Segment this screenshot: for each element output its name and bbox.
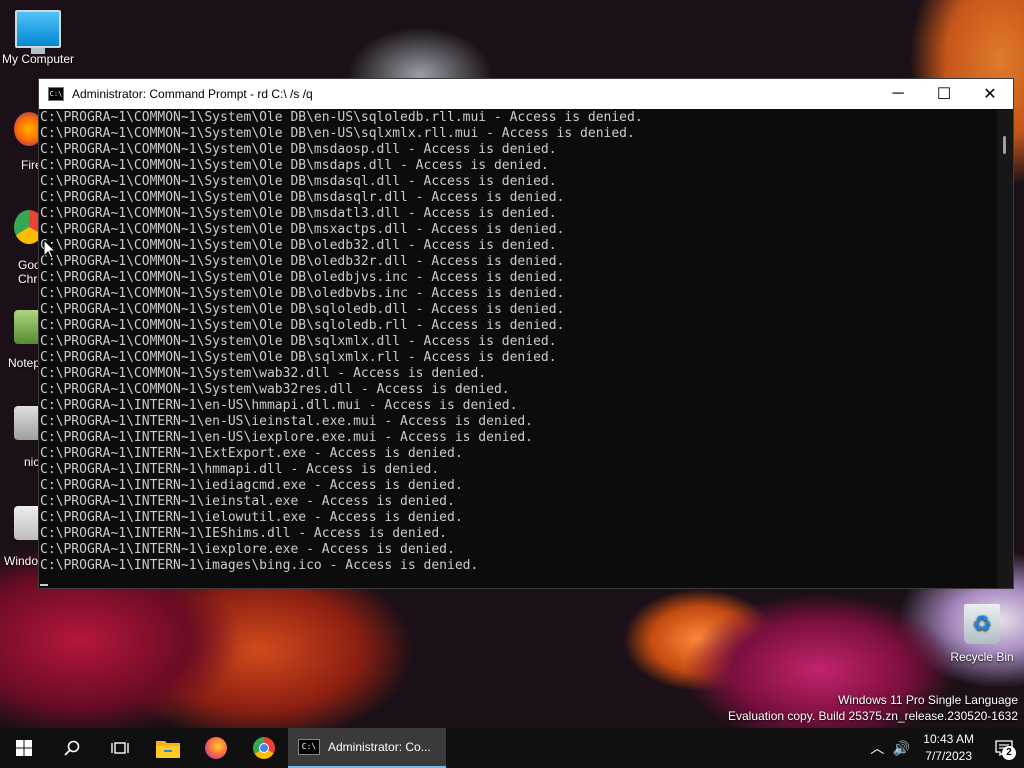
command-prompt-icon: C:\ — [298, 739, 320, 755]
console-line: C:\PROGRA~1\COMMON~1\System\Ole DB\msdas… — [40, 174, 557, 189]
console-line: C:\PROGRA~1\COMMON~1\System\wab32res.dll… — [40, 382, 510, 397]
notification-count-badge: 2 — [1002, 746, 1016, 760]
close-button[interactable]: ✕ — [967, 79, 1013, 109]
minimize-button[interactable]: ─ — [875, 79, 921, 109]
console-line: C:\PROGRA~1\INTERN~1\en-US\hmmapi.dll.mu… — [40, 398, 518, 413]
console-cursor-line — [40, 574, 997, 588]
taskbar-item-label: Administrator: Co... — [328, 740, 431, 754]
console-line: C:\PROGRA~1\COMMON~1\System\Ole DB\msxac… — [40, 222, 565, 237]
console-line: C:\PROGRA~1\INTERN~1\iexplore.exe - Acce… — [40, 542, 455, 557]
clock-date: 7/7/2023 — [925, 749, 972, 763]
console-line: C:\PROGRA~1\INTERN~1\images\bing.ico - A… — [40, 558, 479, 573]
task-view-icon — [111, 742, 129, 754]
console-line: C:\PROGRA~1\COMMON~1\System\Ole DB\oledb… — [40, 286, 565, 301]
taskbar: C:\ Administrator: Co... ︿ 🔊 10:43 AM 7/… — [0, 728, 1024, 768]
windows-start-icon — [16, 740, 32, 756]
console-line: C:\PROGRA~1\COMMON~1\System\wab32.dll - … — [40, 366, 487, 381]
console-line: C:\PROGRA~1\COMMON~1\System\Ole DB\oledb… — [40, 254, 565, 269]
chrome-taskbar-button[interactable] — [240, 728, 288, 768]
console-line: C:\PROGRA~1\COMMON~1\System\Ole DB\sqlxm… — [40, 350, 557, 365]
clock[interactable]: 10:43 AM 7/7/2023 — [923, 731, 974, 765]
window-title: Administrator: Command Prompt - rd C:\ /… — [72, 87, 313, 101]
console-line: C:\PROGRA~1\INTERN~1\iediagcmd.exe - Acc… — [40, 478, 463, 493]
console-line: C:\PROGRA~1\COMMON~1\System\Ole DB\msdas… — [40, 190, 565, 205]
window-titlebar[interactable]: C:\ Administrator: Command Prompt - rd C… — [39, 79, 1013, 109]
task-view-button[interactable] — [96, 728, 144, 768]
show-hidden-icons-chevron-icon[interactable]: ︿ — [865, 728, 889, 768]
watermark-build: Evaluation copy. Build 25375.zn_release.… — [728, 709, 1018, 723]
console-line: C:\PROGRA~1\INTERN~1\ieinstal.exe - Acce… — [40, 494, 455, 509]
watermark-edition: Windows 11 Pro Single Language — [838, 693, 1018, 707]
console-line: C:\PROGRA~1\INTERN~1\ExtExport.exe - Acc… — [40, 446, 463, 461]
console-line: C:\PROGRA~1\COMMON~1\System\Ole DB\en-US… — [40, 110, 643, 125]
console-line: C:\PROGRA~1\INTERN~1\IEShims.dll - Acces… — [40, 526, 447, 541]
notification-center-button[interactable]: 2 — [984, 728, 1024, 768]
console-line: C:\PROGRA~1\INTERN~1\ielowutil.exe - Acc… — [40, 510, 463, 525]
desktop-icon-label: Windo — [4, 554, 39, 568]
console-line: C:\PROGRA~1\COMMON~1\System\Ole DB\oledb… — [40, 238, 557, 253]
firefox-icon — [205, 737, 227, 759]
console-line: C:\PROGRA~1\INTERN~1\en-US\iexplore.exe.… — [40, 430, 534, 445]
console-line: C:\PROGRA~1\COMMON~1\System\Ole DB\msdat… — [40, 206, 557, 221]
clock-time: 10:43 AM — [923, 732, 974, 746]
console-line: C:\PROGRA~1\COMMON~1\System\Ole DB\oledb… — [40, 270, 565, 285]
desktop-icon-recycle-bin[interactable]: ♻ Recycle Bin — [942, 604, 1022, 664]
console-line: C:\PROGRA~1\COMMON~1\System\Ole DB\en-US… — [40, 126, 635, 141]
firefox-taskbar-button[interactable] — [192, 728, 240, 768]
volume-icon[interactable]: 🔊 — [889, 728, 913, 768]
console-line: C:\PROGRA~1\COMMON~1\System\Ole DB\sqlol… — [40, 302, 565, 317]
console-line: C:\PROGRA~1\INTERN~1\en-US\ieinstal.exe.… — [40, 414, 534, 429]
monitor-icon — [15, 10, 61, 54]
mouse-pointer-icon — [43, 238, 57, 264]
windows-watermark: Windows 11 Pro Single Language Evaluatio… — [728, 692, 1018, 724]
desktop-icon-my-computer[interactable]: My Computer — [0, 10, 76, 66]
scrollbar-thumb[interactable] — [1003, 136, 1006, 154]
system-tray: ︿ 🔊 10:43 AM 7/7/2023 2 — [865, 728, 1024, 768]
maximize-button[interactable]: ☐ — [921, 79, 967, 109]
file-explorer-icon — [156, 741, 180, 758]
vertical-scrollbar[interactable] — [997, 110, 1013, 588]
desktop-icon-label: Recycle Bin — [950, 650, 1014, 664]
recycle-bin-icon: ♻ — [964, 604, 1000, 644]
desktop-icon-label: Notep — [8, 356, 41, 370]
console-line: C:\PROGRA~1\COMMON~1\System\Ole DB\msdao… — [40, 142, 557, 157]
console-line: C:\PROGRA~1\COMMON~1\System\Ole DB\sqlxm… — [40, 334, 557, 349]
console-line: C:\PROGRA~1\INTERN~1\hmmapi.dll - Access… — [40, 462, 440, 477]
command-prompt-icon: C:\ — [48, 87, 64, 101]
start-button[interactable] — [0, 728, 48, 768]
search-icon — [64, 740, 80, 756]
command-prompt-window[interactable]: C:\ Administrator: Command Prompt - rd C… — [38, 78, 1014, 589]
file-explorer-button[interactable] — [144, 728, 192, 768]
chrome-icon — [253, 737, 275, 759]
search-button[interactable] — [48, 728, 96, 768]
desktop-icon-label: My Computer — [1, 52, 75, 66]
taskbar-item-command-prompt[interactable]: C:\ Administrator: Co... — [288, 728, 446, 768]
console-line: C:\PROGRA~1\COMMON~1\System\Ole DB\sqlol… — [40, 318, 565, 333]
console-output[interactable]: C:\PROGRA~1\COMMON~1\System\Ole DB\en-US… — [39, 110, 997, 588]
text-cursor — [40, 584, 48, 586]
console-line: C:\PROGRA~1\COMMON~1\System\Ole DB\msdap… — [40, 158, 549, 173]
